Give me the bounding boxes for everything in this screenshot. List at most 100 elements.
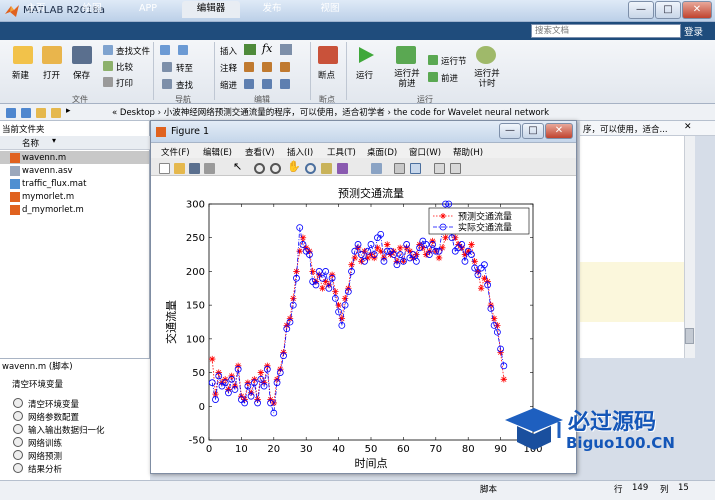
rotate-icon[interactable] [305, 163, 316, 174]
code-section-item[interactable]: 网络训练 [28, 437, 62, 449]
zoom-out-icon[interactable] [270, 163, 281, 174]
decrease-indent-icon[interactable] [280, 79, 290, 89]
code-section-item[interactable]: 清空环境变量 [28, 398, 79, 410]
print-figure-icon[interactable] [204, 163, 215, 174]
code-section-item[interactable]: 结果分析 [28, 463, 62, 475]
figure-menu-view[interactable]: 查看(V) [245, 146, 274, 158]
tab-plots[interactable]: 绘图 [66, 1, 118, 18]
forward-icon[interactable] [21, 108, 31, 118]
data-point-predicted [468, 241, 475, 248]
line-number: 149 [632, 483, 649, 493]
figure-menu-file[interactable]: 文件(F) [161, 146, 190, 158]
brush-icon[interactable] [337, 163, 348, 174]
run-advance-button[interactable]: 运行并前进 [392, 69, 422, 89]
file-item[interactable]: traffic_flux.mat [22, 179, 86, 189]
new-figure-icon[interactable] [159, 163, 170, 174]
x-tick-label: 20 [267, 444, 280, 455]
run-time-button[interactable]: 运行并计时 [472, 69, 502, 89]
data-point-predicted [257, 369, 265, 376]
function-fx-icon[interactable]: fx [262, 42, 272, 55]
uncomment-icon[interactable] [262, 62, 272, 72]
run-section-button[interactable]: 运行节 [441, 55, 467, 67]
figure-menu-edit[interactable]: 编辑(E) [203, 146, 232, 158]
file-item[interactable]: wavenn.m [22, 153, 66, 163]
save-figure-icon[interactable] [189, 163, 200, 174]
wrap-comment-icon[interactable] [280, 62, 290, 72]
figure-menu-window[interactable]: 窗口(W) [409, 146, 441, 158]
tab-editor[interactable]: 编辑器 [182, 1, 240, 18]
run-button[interactable]: 运行 [356, 69, 373, 81]
sort-chevron-icon[interactable]: ▾ [52, 136, 56, 145]
new-button[interactable]: 新建 [12, 69, 29, 81]
search-input[interactable]: 搜索文档 [531, 24, 681, 38]
compare-button[interactable]: 比较 [116, 61, 133, 73]
show-tools-icon[interactable] [450, 163, 461, 174]
tab-apps[interactable]: APP [122, 1, 174, 18]
tab-publish[interactable]: 发布 [246, 1, 298, 18]
close-tab-icon[interactable]: ✕ [684, 122, 692, 132]
section-icon [13, 463, 23, 473]
increase-indent-icon[interactable] [262, 79, 272, 89]
indent-button[interactable]: 缩进 [220, 79, 237, 91]
up-folder-icon[interactable] [51, 108, 61, 118]
insert-section-icon[interactable] [244, 44, 256, 55]
figure-menu-insert[interactable]: 插入(I) [287, 146, 313, 158]
open-button[interactable]: 打开 [43, 69, 60, 81]
chevron-right-icon[interactable]: ▸ [66, 106, 71, 116]
file-item[interactable]: d_mymorlet.m [22, 205, 84, 215]
login-button[interactable]: 登录 [684, 24, 703, 38]
colorbar-icon[interactable] [394, 163, 405, 174]
code-section-item[interactable]: 网络参数配置 [28, 411, 79, 423]
forward-arrow-icon[interactable] [178, 45, 188, 55]
insert-button[interactable]: 插入 [220, 45, 237, 57]
maximize-button[interactable]: □ [655, 1, 681, 19]
minimize-button[interactable]: — [628, 1, 654, 19]
back-icon[interactable] [6, 108, 16, 118]
comment-icon[interactable] [244, 62, 254, 72]
link-plot-icon[interactable] [371, 163, 382, 174]
code-section-item[interactable]: 输入输出数据归一化 [28, 424, 105, 436]
pointer-icon[interactable]: ↖ [233, 160, 242, 173]
open-file-icon[interactable] [174, 163, 185, 174]
hide-tools-icon[interactable] [434, 163, 445, 174]
close-button[interactable]: ✕ [682, 1, 712, 19]
breakpoints-button[interactable]: 断点 [318, 69, 335, 81]
figure-menu-help[interactable]: 帮助(H) [453, 146, 483, 158]
find-button[interactable]: 查找 [176, 79, 193, 91]
file-item[interactable]: wavenn.asv [22, 166, 73, 176]
watermark-url: Biguo100.CN [566, 434, 675, 452]
pan-hand-icon[interactable]: ✋ [287, 160, 301, 173]
figure-minimize-button[interactable]: — [499, 123, 521, 139]
data-point-predicted [296, 248, 303, 255]
comment-button[interactable]: 注释 [220, 62, 237, 74]
code-section-item[interactable]: 网络预测 [28, 450, 62, 462]
figure-close-button[interactable]: ✕ [545, 123, 573, 139]
editor-tab[interactable]: 序，可以使用，适合... [583, 123, 673, 135]
legend-label: 预测交通流量 [458, 211, 512, 223]
scrollbar-thumb[interactable] [685, 328, 694, 344]
editor-scrollbar[interactable] [684, 136, 695, 358]
back-arrow-icon[interactable] [160, 45, 170, 55]
find-files-button[interactable]: 查找文件 [116, 45, 150, 57]
tab-home[interactable]: 主页 [10, 1, 62, 18]
save-button[interactable]: 保存 [73, 69, 90, 81]
name-column-label: 名称 [22, 139, 40, 149]
data-cursor-icon[interactable] [321, 163, 332, 174]
print-button[interactable]: 打印 [116, 77, 133, 89]
tab-view[interactable]: 视图 [304, 1, 356, 18]
zoom-in-icon[interactable] [254, 163, 265, 174]
figure-menu-tools[interactable]: 工具(T) [327, 146, 356, 158]
browse-folder-icon[interactable] [36, 108, 46, 118]
editor-area[interactable] [580, 136, 695, 358]
smart-indent-icon[interactable] [244, 79, 254, 89]
figure-menu-desktop[interactable]: 桌面(D) [367, 146, 397, 158]
insert-function-icon[interactable] [280, 44, 292, 55]
address-path[interactable]: « Desktop › 小波神经网络预测交通流量的程序，可以使用，适合初学者 ›… [112, 106, 549, 118]
advance-button[interactable]: 前进 [441, 72, 458, 84]
column-label: 列 [660, 485, 669, 495]
figure-maximize-button[interactable]: □ [522, 123, 544, 139]
m-file-icon [10, 192, 20, 202]
legend-icon[interactable] [410, 163, 421, 174]
file-item[interactable]: mymorlet.m [22, 192, 74, 202]
goto-button[interactable]: 转至 [176, 62, 193, 74]
